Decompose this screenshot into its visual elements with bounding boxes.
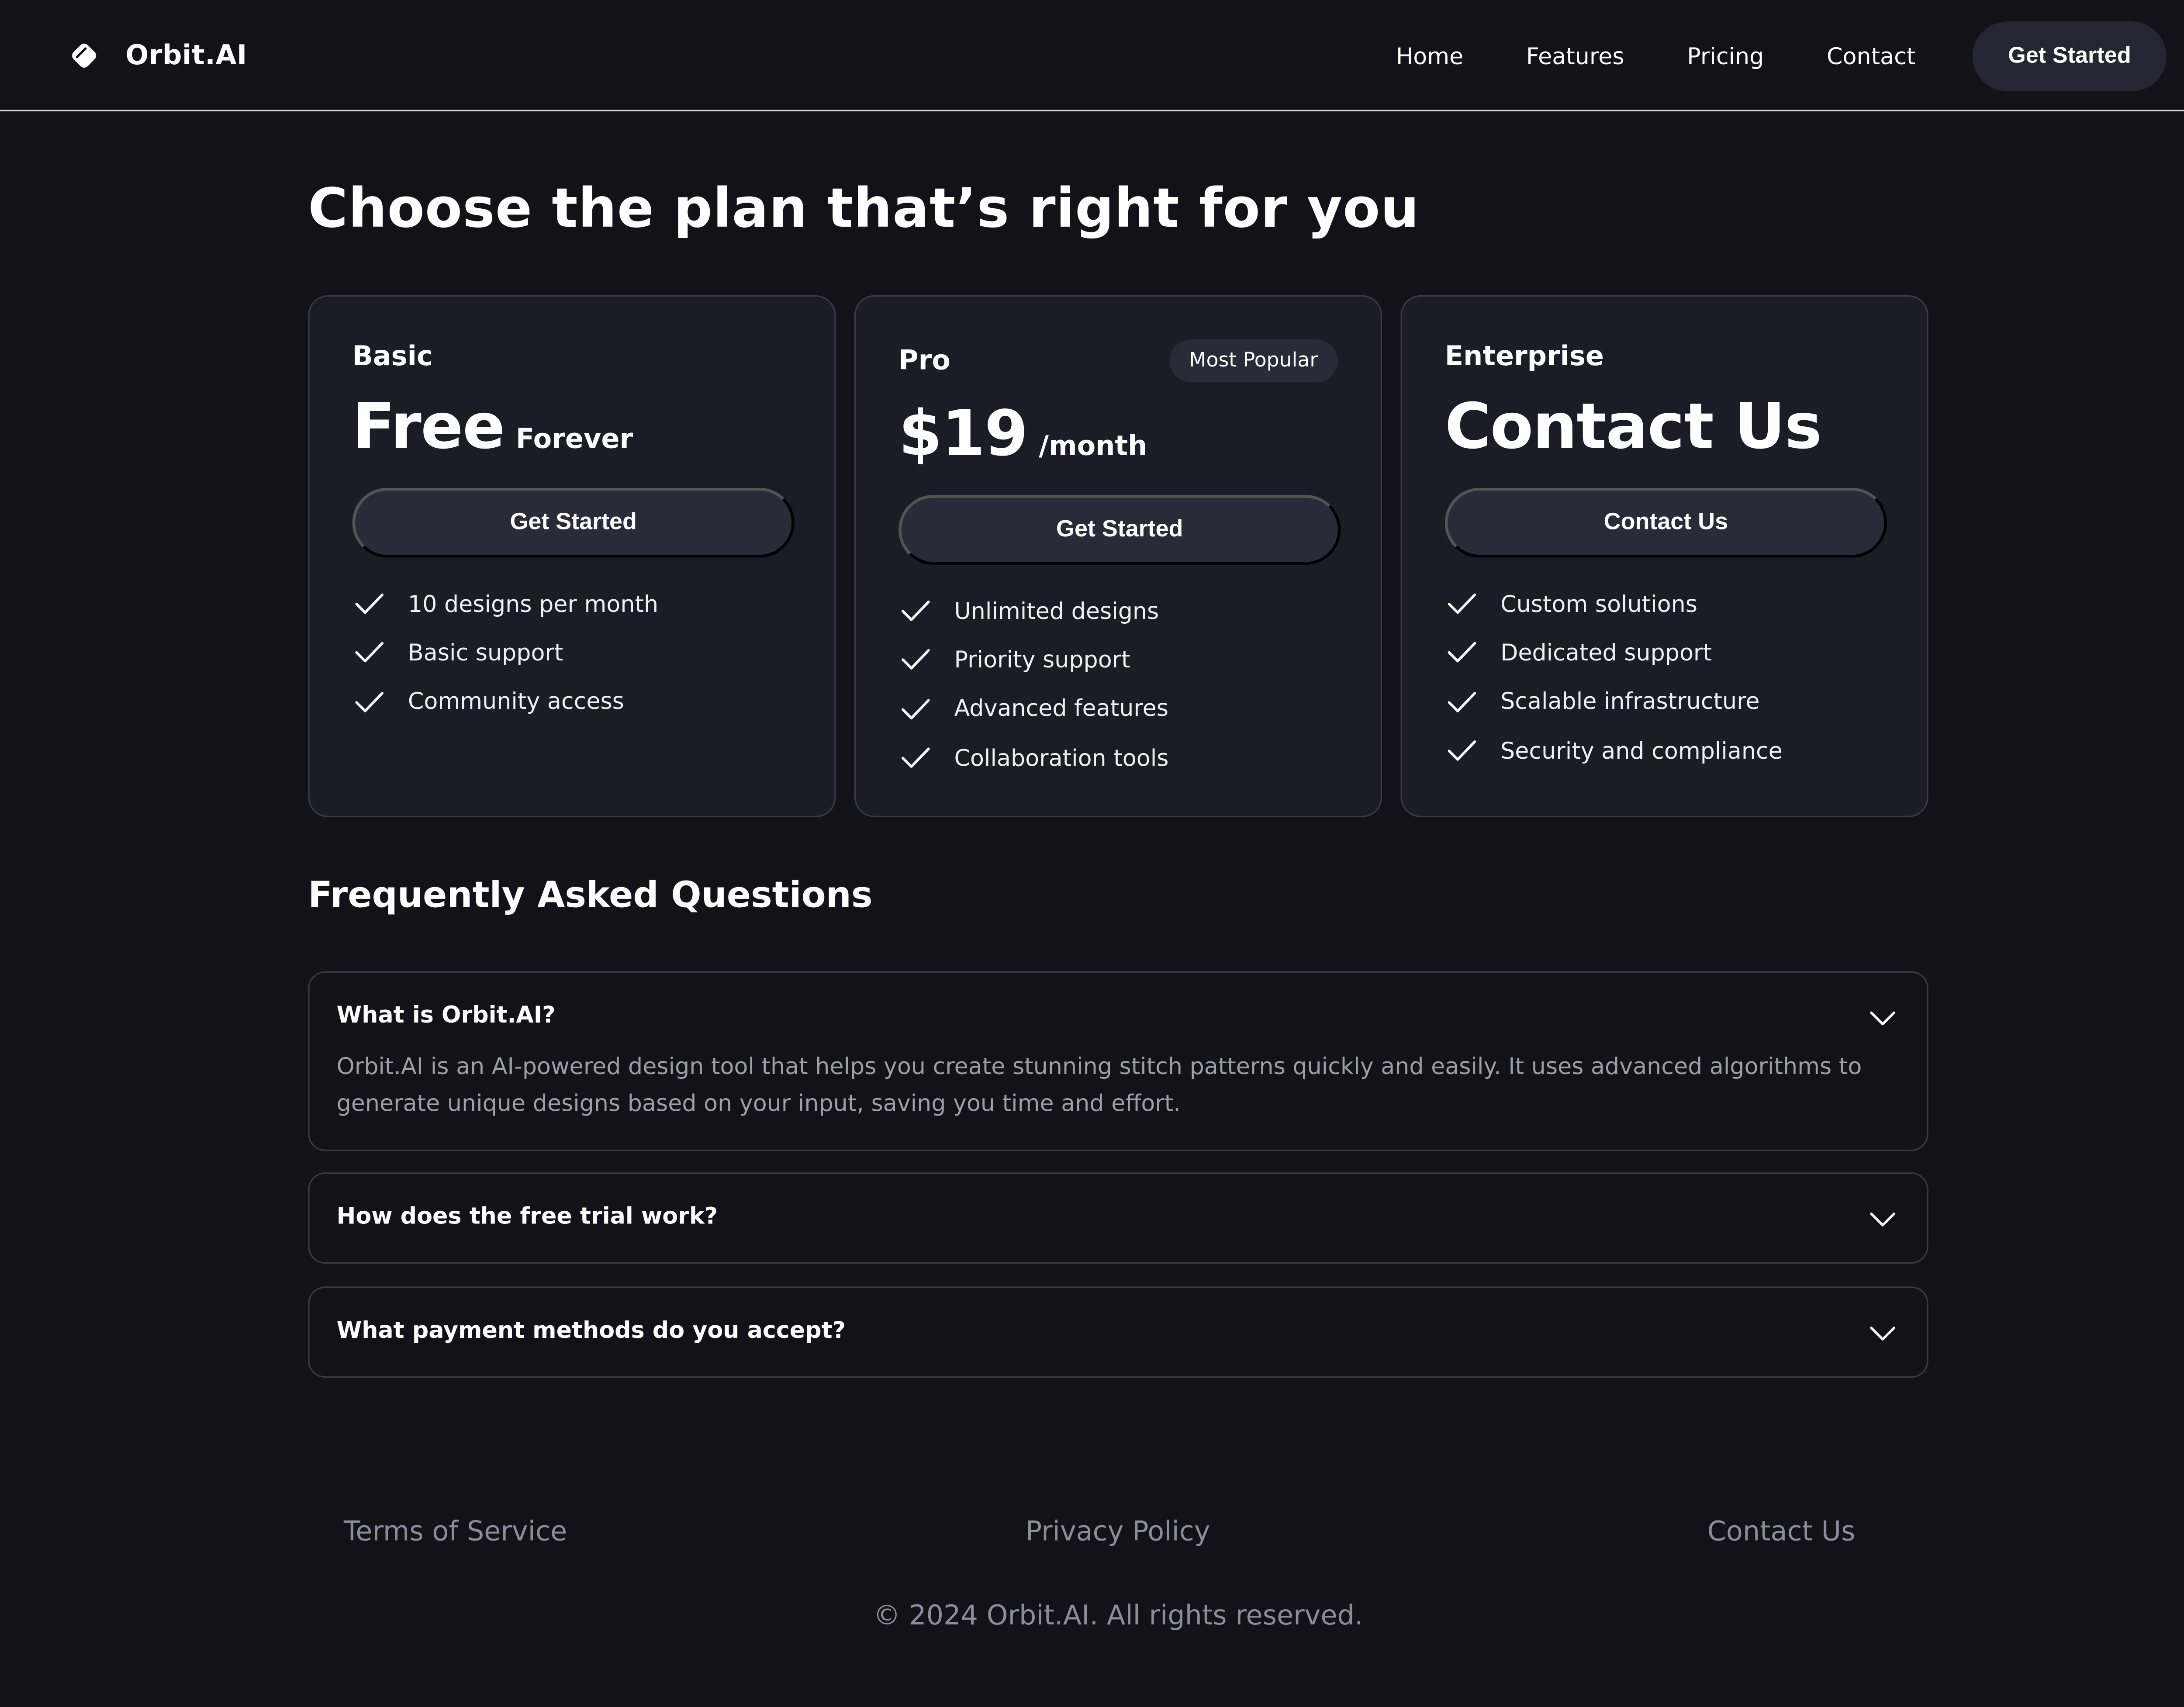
faq-question[interactable]: How does the free trial work? <box>337 1203 718 1230</box>
faq-title: Frequently Asked Questions <box>308 874 873 916</box>
feature-list: Custom solutions Dedicated support Scala… <box>1445 579 1783 775</box>
check-icon <box>355 643 384 663</box>
nav-link-home[interactable]: Home <box>1396 43 1463 70</box>
check-icon <box>1448 691 1476 712</box>
basic-get-started-button[interactable]: Get Started <box>352 487 795 558</box>
footer-link-terms[interactable]: Terms of Service <box>344 1516 567 1548</box>
faq-item-free-trial[interactable]: How does the free trial work? <box>308 1172 1928 1264</box>
feature-label: Scalable infrastructure <box>1500 688 1760 715</box>
price-period: Forever <box>515 423 633 455</box>
plan-name: Pro <box>898 345 950 377</box>
feature-label: Custom solutions <box>1500 590 1697 617</box>
check-icon <box>1448 740 1476 761</box>
chevron-down-icon[interactable] <box>1869 1319 1897 1348</box>
top-nav-bar: Orbit.AI Home Features Pricing Contact G… <box>0 0 2184 111</box>
feature-label: Collaboration tools <box>954 743 1169 771</box>
feature-label: Community access <box>408 688 624 715</box>
check-icon <box>355 594 384 614</box>
plan-card-pro: Pro Most Popular $19 /month Get Started … <box>854 295 1382 818</box>
main-nav: Home Features Pricing Contact Get Starte… <box>1396 21 2167 91</box>
pro-get-started-button[interactable]: Get Started <box>898 495 1341 565</box>
check-icon <box>901 747 930 768</box>
faq-item-payment-methods[interactable]: What payment methods do you accept? <box>308 1286 1928 1378</box>
feature-label: 10 designs per month <box>408 590 659 617</box>
faq-question[interactable]: What payment methods do you accept? <box>337 1317 846 1344</box>
feature-item: Unlimited designs <box>898 586 1168 635</box>
feature-item: Scalable infrastructure <box>1445 677 1783 726</box>
plan-price: Free Forever <box>352 391 633 464</box>
most-popular-badge: Most Popular <box>1169 339 1338 383</box>
feature-item: Basic support <box>352 628 659 677</box>
nav-link-pricing[interactable]: Pricing <box>1687 43 1764 70</box>
feature-item: Dedicated support <box>1445 628 1783 677</box>
copyright-text: © 2024 Orbit.AI. All rights reserved. <box>873 1600 1363 1632</box>
feature-label: Basic support <box>408 639 563 666</box>
check-icon <box>1448 643 1476 663</box>
footer-link-contact[interactable]: Contact Us <box>1707 1516 1856 1548</box>
chevron-down-icon[interactable] <box>1869 1004 1897 1033</box>
feature-label: Unlimited designs <box>954 597 1159 625</box>
check-icon <box>901 601 930 622</box>
feature-item: Collaboration tools <box>898 733 1168 782</box>
price-period: /month <box>1039 431 1147 462</box>
contact-us-button[interactable]: Contact Us <box>1444 487 1887 558</box>
feature-item: 10 designs per month <box>352 579 659 628</box>
footer-link-privacy[interactable]: Privacy Policy <box>1026 1516 1210 1548</box>
plan-name: Basic <box>352 341 433 373</box>
price-amount: Contact Us <box>1444 390 1822 464</box>
feature-item: Community access <box>352 677 659 726</box>
check-icon <box>901 698 930 719</box>
feature-label: Dedicated support <box>1500 639 1712 666</box>
plan-card-basic: Basic Free Forever Get Started 10 design… <box>308 295 836 818</box>
check-icon <box>1448 594 1476 614</box>
price-amount: Free <box>352 390 505 464</box>
check-icon <box>901 650 930 670</box>
feature-label: Security and compliance <box>1500 736 1783 764</box>
feature-list: Unlimited designs Priority support Advan… <box>898 586 1168 782</box>
get-started-button[interactable]: Get Started <box>1972 21 2167 91</box>
nav-link-contact[interactable]: Contact <box>1827 43 1915 70</box>
feature-label: Advanced features <box>954 695 1168 722</box>
feature-item: Custom solutions <box>1445 579 1783 628</box>
faq-answer: Orbit.AI is an AI-powered design tool th… <box>336 1052 1862 1117</box>
brand-name: Orbit.AI <box>125 40 247 72</box>
price-amount: $19 <box>898 398 1028 471</box>
plan-card-enterprise: Enterprise Contact Us Contact Us Custom … <box>1400 295 1928 818</box>
faq-item-what-is[interactable]: What is Orbit.AI? Orbit.AI is an AI-powe… <box>308 971 1928 1151</box>
feature-list: 10 designs per month Basic support Commu… <box>352 579 659 726</box>
feature-label: Priority support <box>954 646 1130 674</box>
feature-item: Security and compliance <box>1445 726 1783 775</box>
brand-logo[interactable]: Orbit.AI <box>69 31 247 80</box>
nav-link-features[interactable]: Features <box>1526 43 1624 70</box>
faq-question[interactable]: What is Orbit.AI? <box>337 1001 556 1028</box>
plan-price: Contact Us <box>1444 390 1822 464</box>
feature-item: Advanced features <box>898 684 1168 733</box>
feature-item: Priority support <box>898 635 1168 684</box>
chevron-down-icon[interactable] <box>1869 1205 1897 1234</box>
check-icon <box>355 691 384 712</box>
diamond-logo-icon <box>72 43 97 68</box>
plan-name: Enterprise <box>1444 341 1604 373</box>
plan-price: $19 /month <box>898 398 1147 471</box>
page-title: Choose the plan that’s right for you <box>308 176 1420 240</box>
